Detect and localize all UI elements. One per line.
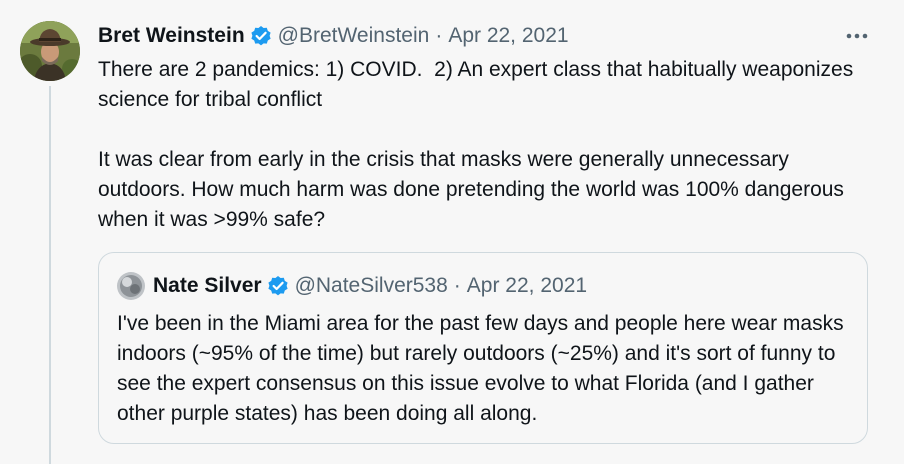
thread-connector-line [49, 86, 51, 464]
verified-badge-icon [267, 276, 288, 296]
author-avatar[interactable] [20, 21, 80, 81]
quoted-tweet-text: I've been in the Miami area for the past… [117, 309, 852, 429]
meta-separator: · [453, 274, 461, 297]
quoted-author-handle[interactable]: @NateSilver538 [295, 272, 448, 300]
author-name[interactable]: Bret Weinstein [98, 22, 245, 50]
avatar-photo-icon [20, 21, 80, 81]
quoted-tweet-card[interactable]: Nate Silver @NateSilver538 · Apr 22, 202… [98, 252, 868, 444]
tweet-header: Bret Weinstein @BretWeinstein · Apr 22, … [98, 22, 569, 50]
tweet-paragraph: It was clear from early in the crisis th… [98, 148, 850, 231]
tweet-paragraph: There are 2 pandemics: 1) COVID. 2) An e… [98, 58, 860, 111]
quoted-author-name[interactable]: Nate Silver [153, 272, 262, 300]
quoted-tweet-paragraph: I've been in the Miami area for the past… [117, 312, 844, 425]
quoted-author-avatar[interactable] [117, 272, 145, 300]
meta-separator: · [435, 24, 443, 47]
more-dots-icon [846, 33, 868, 39]
tweet-date[interactable]: Apr 22, 2021 [448, 22, 568, 50]
tweet-text: There are 2 pandemics: 1) COVID. 2) An e… [98, 55, 878, 235]
author-handle[interactable]: @BretWeinstein [278, 22, 430, 50]
avatar-photo-icon [117, 272, 145, 300]
more-options-button[interactable] [842, 22, 872, 50]
verified-badge-icon [251, 26, 271, 46]
quoted-tweet-date[interactable]: Apr 22, 2021 [467, 272, 587, 300]
quoted-tweet-header: Nate Silver @NateSilver538 · Apr 22, 202… [117, 272, 587, 300]
